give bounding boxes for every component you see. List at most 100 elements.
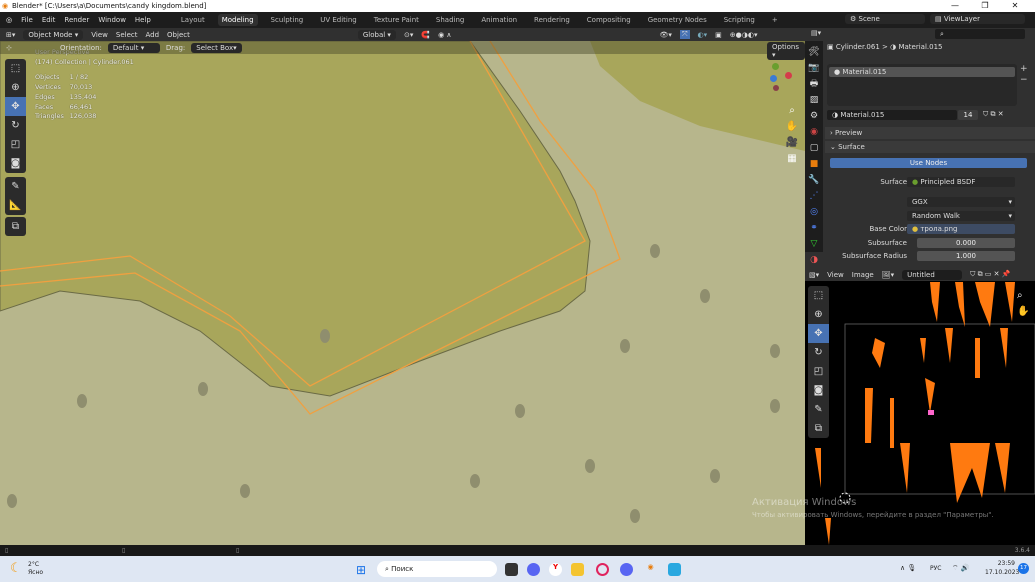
image-browse-icon[interactable]: 🖼▾ (882, 271, 894, 279)
surface-shader-field[interactable]: ● Principled BSDF (907, 177, 1015, 187)
menu-window[interactable]: Window (98, 16, 126, 24)
tab-texture-paint[interactable]: Texture Paint (370, 14, 423, 26)
proportional-edit-icon[interactable]: ◉ ∧ (438, 31, 451, 39)
use-nodes-button[interactable]: Use Nodes (830, 158, 1027, 168)
move-icon[interactable]: ✥ (808, 324, 829, 343)
tray-icons[interactable]: ∧ 🎙 (900, 564, 916, 572)
tab-layout[interactable]: Layout (177, 14, 209, 26)
3d-viewport[interactable]: User Perspective (174) Collection | Cyli… (0, 41, 805, 545)
add-cube-icon[interactable]: ⧉ (5, 217, 26, 236)
tool-tab-icon[interactable]: 🛠 (805, 44, 823, 60)
menu-view[interactable]: View (827, 271, 844, 279)
visibility-icon[interactable]: 👁▾ (660, 31, 672, 39)
tab-shading[interactable]: Shading (432, 14, 468, 26)
cursor-icon[interactable]: ⊕ (5, 78, 26, 97)
tab-animation[interactable]: Animation (477, 14, 521, 26)
physics-tab-icon[interactable]: ◎ (805, 204, 823, 220)
zoom-icon[interactable]: ⌕ (784, 103, 800, 119)
tab-uv-editing[interactable]: UV Editing (316, 14, 361, 26)
tab-modeling[interactable]: Modeling (217, 14, 258, 26)
add-slot-button[interactable]: + (1020, 64, 1028, 75)
weather-status[interactable]: Ясно (28, 569, 43, 576)
subsurface-method-selector[interactable]: Random Walk ▾ (907, 211, 1015, 221)
data-tab-icon[interactable]: ▽ (805, 236, 823, 252)
menu-object[interactable]: Object (167, 31, 190, 39)
yandex-browser-icon[interactable]: Y (549, 563, 562, 576)
clock-time[interactable]: 23:59 (995, 560, 1015, 567)
weather-temp[interactable]: 2°C (28, 561, 39, 568)
modifier-tab-icon[interactable]: 🔧 (805, 172, 823, 188)
remove-slot-button[interactable]: − (1020, 75, 1028, 86)
subsurface-slider[interactable]: 0.000 (917, 238, 1015, 248)
material-users-count[interactable]: 14 (958, 110, 978, 120)
shading-modes-icon[interactable]: ⊕●◑◐▾ (730, 31, 758, 39)
tab-sculpting[interactable]: Sculpting (267, 14, 308, 26)
menu-help[interactable]: Help (135, 16, 151, 24)
menu-file[interactable]: File (21, 16, 33, 24)
file-explorer-icon[interactable] (571, 563, 584, 576)
transform-icon[interactable]: ◙ (808, 381, 829, 400)
select-box-icon[interactable]: ⬚ (5, 59, 26, 78)
cursor-icon[interactable]: ⊕ (808, 305, 829, 324)
editor-type-icon[interactable]: ⊞▾ (6, 31, 15, 39)
transform-icon[interactable]: ◙ (5, 154, 26, 173)
base-color-field[interactable]: ● трола.png (907, 224, 1015, 234)
camera-view-icon[interactable]: 🎥 (784, 135, 800, 151)
collection-tab-icon[interactable]: ▢ (805, 140, 823, 156)
close-button[interactable]: ✕ (1000, 0, 1030, 12)
xray-icon[interactable]: ▣ (715, 31, 722, 39)
rotate-icon[interactable]: ↻ (808, 343, 829, 362)
annotate-icon[interactable]: ✎ (808, 400, 829, 419)
measure-icon[interactable]: 📐 (5, 196, 26, 215)
menu-view[interactable]: View (91, 31, 108, 39)
drag-selector[interactable]: Select Box▾ (191, 42, 242, 53)
constraints-tab-icon[interactable]: ⚭ (805, 220, 823, 236)
minimize-button[interactable]: — (940, 0, 970, 12)
scene-selector[interactable]: ⚙ Scene (845, 14, 925, 24)
material-name-field[interactable]: ◑ Material.015 (827, 110, 957, 120)
add-workspace-button[interactable]: + (768, 14, 782, 26)
opera-icon[interactable] (596, 563, 609, 576)
pivot-icon[interactable]: ⊙▾ (404, 31, 413, 39)
overlay-icon[interactable]: ◐▾ (698, 31, 708, 39)
tab-scripting[interactable]: Scripting (720, 14, 759, 26)
world-tab-icon[interactable]: ◉ (805, 124, 823, 140)
start-button[interactable]: ⊞ (356, 563, 366, 577)
taskbar-search[interactable]: ⌕ Поиск (377, 561, 497, 577)
scene-tab-icon[interactable]: ⚙ (805, 108, 823, 124)
sample-icon[interactable]: ⧉ (808, 419, 829, 438)
menu-select[interactable]: Select (116, 31, 138, 39)
ortho-grid-icon[interactable]: ▦ (784, 151, 800, 167)
preview-panel-header[interactable]: › Preview (825, 127, 1035, 139)
annotate-icon[interactable]: ✎ (5, 177, 26, 196)
pan-hand-icon[interactable]: ✋ (1017, 304, 1029, 320)
editor-type-icon[interactable]: ▧▾ (809, 271, 819, 279)
editor-type-icon[interactable]: ▤▾ (811, 29, 821, 37)
gizmo-icon[interactable]: ⤧ (679, 30, 690, 39)
menu-image[interactable]: Image (852, 271, 874, 279)
view-layer-selector[interactable]: ▤ ViewLayer (930, 14, 1025, 24)
app-icon[interactable] (668, 563, 681, 576)
options-button[interactable]: Options ▾ (767, 42, 805, 60)
input-language[interactable]: РУС (930, 565, 941, 572)
transform-orientation-selector[interactable]: Global ▾ (357, 29, 396, 40)
pan-hand-icon[interactable]: ✋ (784, 119, 800, 135)
teams-icon[interactable] (527, 563, 540, 576)
blender-taskbar-icon[interactable]: ◉ (644, 563, 657, 576)
particles-tab-icon[interactable]: ⋰ (805, 188, 823, 204)
clock-date[interactable]: 17.10.2023 (985, 569, 1019, 576)
blender-menu-icon[interactable]: ◎ (6, 16, 12, 24)
zoom-icon[interactable]: ⌕ (1017, 288, 1029, 304)
fake-user-icon[interactable]: ⛉ ⧉ ✕ (983, 110, 1004, 119)
menu-edit[interactable]: Edit (42, 16, 56, 24)
scale-icon[interactable]: ◰ (808, 362, 829, 381)
scale-icon[interactable]: ◰ (5, 135, 26, 154)
maximize-button[interactable]: ❐ (970, 0, 1000, 12)
menu-add[interactable]: Add (145, 31, 159, 39)
image-name-field[interactable]: Untitled (902, 269, 963, 280)
navigation-gizmo[interactable] (765, 63, 795, 93)
output-tab-icon[interactable]: 🖶 (805, 76, 823, 92)
rotate-icon[interactable]: ↻ (5, 116, 26, 135)
tab-geometry-nodes[interactable]: Geometry Nodes (644, 14, 711, 26)
snap-icon[interactable]: 🧲 (421, 31, 430, 39)
